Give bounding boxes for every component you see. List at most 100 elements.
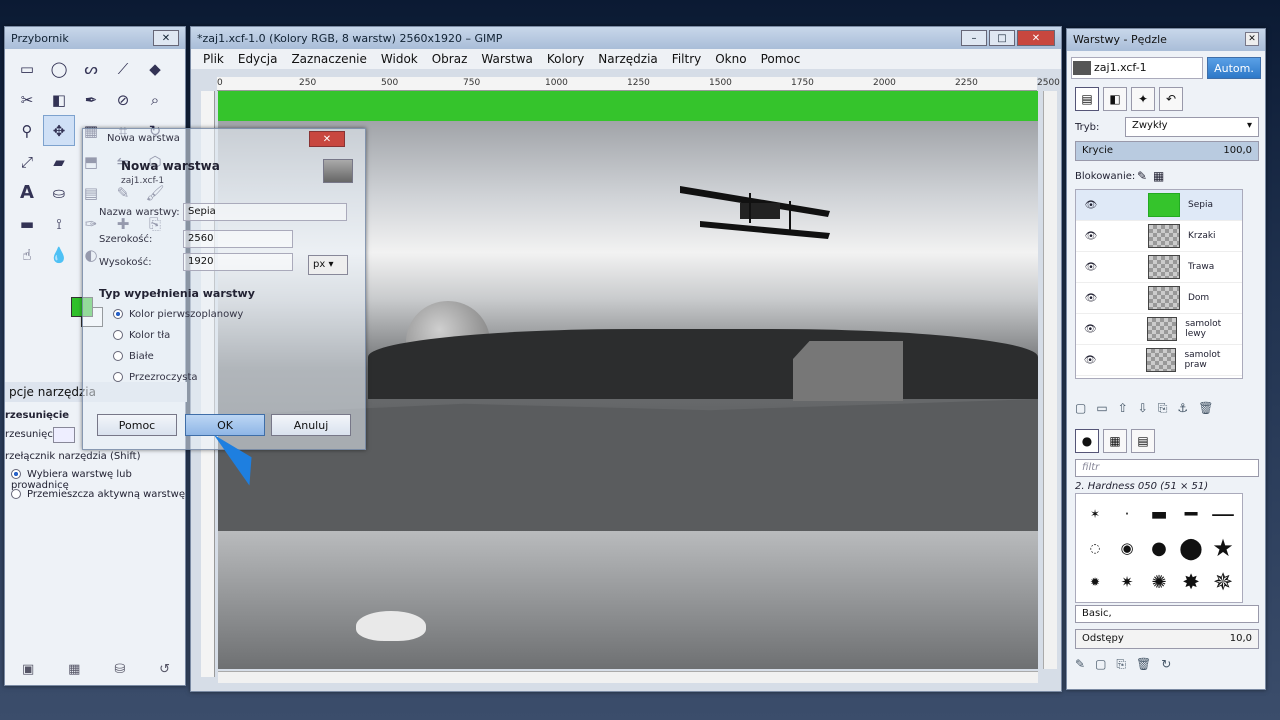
wand-icon[interactable]: ⟋ (107, 53, 139, 84)
minimize-icon[interactable]: – (961, 30, 987, 46)
opacity-slider[interactable]: Krycie 100,0 (1075, 141, 1259, 161)
close-icon[interactable]: ✕ (1017, 30, 1055, 46)
patterns-tab-icon[interactable]: ▦ (1103, 429, 1127, 453)
duplicate-layer-icon[interactable]: ⎘ (1158, 401, 1168, 416)
channels-tab-icon[interactable]: ◧ (1103, 87, 1127, 111)
unit-select[interactable]: px ▾ (308, 255, 348, 275)
fill-option-transparent[interactable]: Przezroczysta (113, 372, 198, 383)
visibility-eye-icon[interactable]: 👁 (1076, 355, 1104, 366)
cancel-button[interactable]: Anuluj (271, 414, 351, 436)
brush-swatch-icon[interactable]: — (1208, 498, 1238, 530)
layer-name-input[interactable]: Sepia (183, 203, 347, 221)
menu-item-0[interactable]: Plik (203, 52, 224, 66)
visibility-eye-icon[interactable]: 👁 (1076, 200, 1106, 211)
move-mode-button[interactable] (53, 427, 75, 443)
maximize-icon[interactable]: □ (989, 30, 1015, 46)
restore-options-icon[interactable]: ▦ (68, 662, 80, 677)
menu-item-2[interactable]: Zaznaczenie (291, 52, 366, 66)
filter-input[interactable]: filtr (1075, 459, 1259, 477)
raise-layer-icon[interactable]: ⇧ (1118, 401, 1128, 416)
radio-dot[interactable] (113, 372, 123, 382)
brushes-tab-icon[interactable]: ● (1075, 429, 1099, 453)
scissors-icon[interactable]: ✂ (11, 84, 43, 115)
new-layer-icon[interactable]: ▢ (1075, 401, 1086, 416)
brush-swatch-icon[interactable]: ★ (1208, 532, 1238, 564)
visibility-eye-icon[interactable]: 👁 (1076, 324, 1105, 335)
layer-row[interactable]: 👁 samolot praw (1076, 345, 1242, 376)
close-icon[interactable]: ✕ (1245, 32, 1259, 46)
close-icon[interactable]: ✕ (309, 131, 345, 147)
radio-dot[interactable] (113, 351, 123, 361)
layer-row[interactable]: 👁 Dom (1076, 283, 1242, 314)
scale-icon[interactable]: ⤢ (11, 146, 43, 177)
new-brush-icon[interactable]: ▢ (1095, 657, 1106, 672)
shear-icon[interactable]: ▰ (43, 146, 75, 177)
new-group-icon[interactable]: ▭ (1096, 401, 1107, 416)
rect-select-icon[interactable]: ▭ (11, 53, 43, 84)
brush-swatch-icon[interactable]: ⬤ (1176, 532, 1206, 564)
menu-item-7[interactable]: Narzędzia (598, 52, 658, 66)
gradients-tab-icon[interactable]: ▤ (1131, 429, 1155, 453)
save-options-icon[interactable]: ▣ (22, 662, 34, 677)
menu-item-5[interactable]: Warstwa (481, 52, 533, 66)
brush-swatch-icon[interactable]: ✵ (1208, 566, 1238, 598)
measure-icon[interactable]: ⚲ (11, 115, 43, 146)
radio-move-active[interactable]: Przemieszcza aktywną warstwę (11, 489, 185, 500)
paths-tab-icon[interactable]: ✦ (1131, 87, 1155, 111)
refresh-brushes-icon[interactable]: ↻ (1161, 657, 1171, 672)
menu-item-9[interactable]: Okno (715, 52, 746, 66)
fill-option-white[interactable]: Białe (113, 351, 154, 362)
brush-swatch-icon[interactable]: ━ (1176, 498, 1206, 530)
menu-item-6[interactable]: Kolory (547, 52, 584, 66)
brush-swatch-icon[interactable]: ✶ (1080, 498, 1110, 530)
eraser-icon[interactable]: ▬ (11, 208, 43, 239)
menu-item-8[interactable]: Filtry (672, 52, 701, 66)
menu-item-10[interactable]: Pomoc (761, 52, 801, 66)
brush-swatch-icon[interactable]: ✹ (1080, 566, 1110, 598)
visibility-eye-icon[interactable]: 👁 (1076, 262, 1106, 273)
brush-swatch-icon[interactable]: ◉ (1112, 532, 1142, 564)
layer-row[interactable]: 👁 Trawa (1076, 252, 1242, 283)
ellipse-select-icon[interactable]: ◯ (43, 53, 75, 84)
edit-brush-icon[interactable]: ✎ (1075, 657, 1085, 672)
text-icon[interactable]: A (11, 177, 43, 208)
radio-dot[interactable] (11, 469, 21, 479)
radio-pick-layer[interactable]: Wybiera warstwę lub prowadnicę (11, 469, 185, 491)
layer-row[interactable]: 👁 Krzaki (1076, 221, 1242, 252)
delete-options-icon[interactable]: ⛁ (114, 662, 125, 677)
undo-tab-icon[interactable]: ↶ (1159, 87, 1183, 111)
menu-item-1[interactable]: Edycja (238, 52, 278, 66)
horizontal-scrollbar[interactable] (218, 671, 1038, 683)
delete-brush-icon[interactable]: 🗑 (1136, 657, 1151, 672)
smudge-icon[interactable]: ☝ (11, 239, 43, 270)
lasso-icon[interactable]: ᔕ (75, 53, 107, 84)
width-input[interactable]: 2560 (183, 230, 293, 248)
spacing-slider[interactable]: Odstępy 10,0 (1075, 629, 1259, 649)
close-icon[interactable]: ✕ (153, 30, 179, 46)
height-input[interactable]: 1920 (183, 253, 293, 271)
visibility-eye-icon[interactable]: 👁 (1076, 231, 1106, 242)
brush-preset-select[interactable]: Basic, (1075, 605, 1259, 623)
brush-swatch-icon[interactable]: · (1112, 498, 1142, 530)
brush-swatch-icon[interactable]: ● (1144, 532, 1174, 564)
brush-swatch-icon[interactable]: ✺ (1144, 566, 1174, 598)
layer-row[interactable]: 👁 Sepia (1076, 190, 1242, 221)
zoom-icon[interactable]: ⌕ (139, 84, 171, 115)
bucket-icon[interactable]: ⛀ (43, 177, 75, 208)
vertical-scrollbar[interactable] (1043, 91, 1057, 669)
brush-swatch-icon[interactable]: ▬ (1144, 498, 1174, 530)
foreground-select-icon[interactable]: ◧ (43, 84, 75, 115)
menu-item-3[interactable]: Widok (381, 52, 418, 66)
duplicate-brush-icon[interactable]: ⎘ (1116, 657, 1126, 672)
radio-dot[interactable] (113, 309, 123, 319)
color-picker-icon[interactable]: ⊘ (107, 84, 139, 115)
brush-swatch-icon[interactable]: ✷ (1112, 566, 1142, 598)
lower-layer-icon[interactable]: ⇩ (1138, 401, 1148, 416)
menu-item-4[interactable]: Obraz (432, 52, 468, 66)
horizontal-ruler[interactable]: 0 250 500 750 1000 1250 1500 1750 2000 2250 2500 (217, 77, 1060, 91)
radio-dot[interactable] (113, 330, 123, 340)
fill-option-background[interactable]: Kolor tła (113, 330, 170, 341)
fill-option-foreground[interactable]: Kolor pierwszoplanowy (113, 309, 243, 320)
radio-dot[interactable] (11, 489, 21, 499)
delete-layer-icon[interactable]: 🗑 (1198, 401, 1213, 416)
